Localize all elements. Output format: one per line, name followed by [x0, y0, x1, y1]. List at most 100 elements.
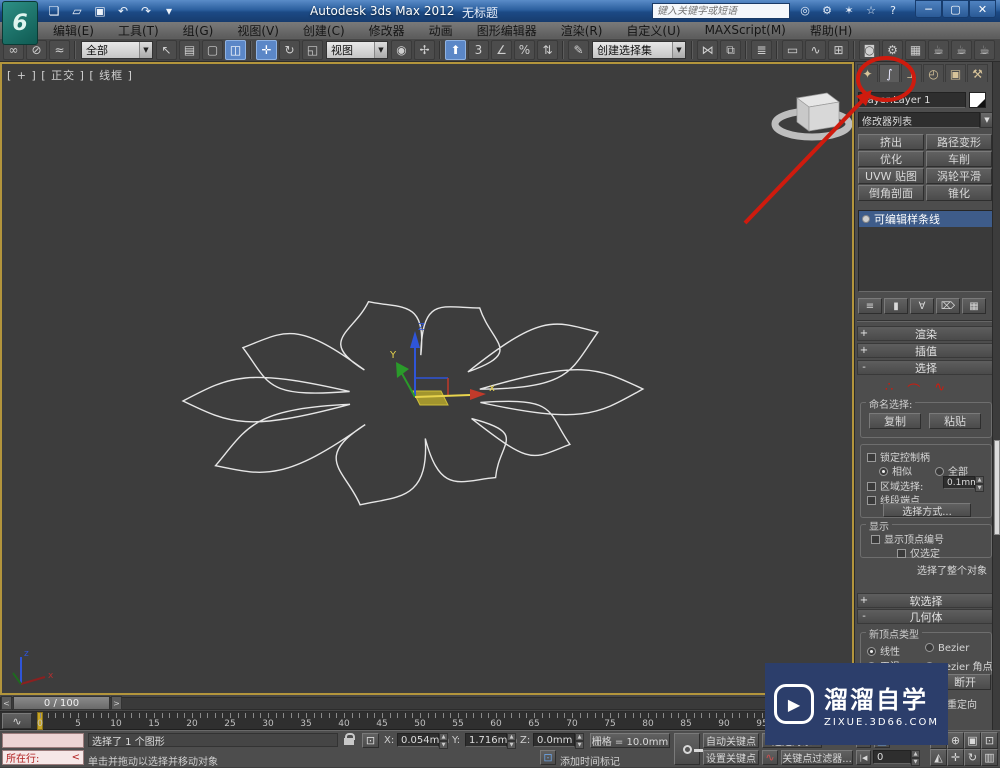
- modifier-list-dropdown[interactable]: 修改器列表: [858, 112, 980, 128]
- use-pivot-point-center-button[interactable]: ◉: [391, 40, 412, 60]
- menu-group[interactable]: 组(G): [172, 21, 225, 40]
- layer-name-field[interactable]: Layer:Layer 1: [858, 92, 966, 108]
- go-to-start-button[interactable]: |◀: [856, 750, 871, 765]
- spline-shape[interactable]: [181, 300, 645, 506]
- lock-handles-checkbox[interactable]: 锁定控制柄: [867, 449, 930, 464]
- minimize-button[interactable]: ─: [915, 0, 942, 18]
- rollout-interpolation[interactable]: + 插值: [857, 343, 995, 358]
- modifier-button[interactable]: 倒角剖面: [858, 185, 924, 201]
- visibility-bulb-icon[interactable]: [862, 215, 870, 223]
- percent-snap-toggle[interactable]: %: [514, 40, 535, 60]
- copy-button[interactable]: 复制: [869, 413, 921, 429]
- make-unique-button[interactable]: ∀: [910, 298, 934, 314]
- modifier-button[interactable]: 涡轮平滑: [926, 168, 992, 184]
- selected-only-checkbox[interactable]: 仅选定: [897, 545, 940, 560]
- named-selection-sets-dropdown[interactable]: 创建选择集 ▼: [592, 41, 686, 59]
- modifier-button[interactable]: 路径变形: [926, 134, 992, 150]
- field-of-view-button[interactable]: ◭: [930, 749, 947, 766]
- remove-modifier-button[interactable]: ⌦: [936, 298, 960, 314]
- modifier-button[interactable]: 车削: [926, 151, 992, 167]
- rollout-render[interactable]: + 渲染: [857, 326, 995, 341]
- communication-center-icon[interactable]: ✶: [840, 2, 858, 19]
- help-icon[interactable]: ?: [884, 2, 902, 19]
- key-filters-button[interactable]: 关键点过滤器...: [781, 750, 853, 765]
- subscription-icon[interactable]: ⚙: [818, 2, 836, 19]
- maximize-viewport-toggle[interactable]: ▥: [981, 749, 998, 766]
- mirror-button[interactable]: ⋈: [697, 40, 718, 60]
- spinner-snap-toggle[interactable]: ⇅: [537, 40, 558, 60]
- modifier-button[interactable]: 锥化: [926, 185, 992, 201]
- new-scene-button[interactable]: ❏: [44, 2, 64, 19]
- frame-spinner[interactable]: ▲ ▼: [911, 750, 920, 766]
- object-color-swatch[interactable]: [969, 92, 986, 108]
- tab-hierarchy[interactable]: ⊥: [901, 64, 922, 82]
- chevron-down-icon[interactable]: ▼: [374, 42, 387, 58]
- render-iterative-button[interactable]: ☕: [951, 40, 972, 60]
- zoom-extents-all-button[interactable]: ⊡: [981, 732, 998, 749]
- schematic-view-button[interactable]: ⊞: [828, 40, 849, 60]
- rollout-selection[interactable]: - 选择: [857, 360, 995, 375]
- menu-modifiers[interactable]: 修改器: [358, 21, 416, 40]
- x-spinner[interactable]: ▲ ▼: [439, 733, 448, 749]
- tab-display[interactable]: ▣: [945, 64, 966, 82]
- add-time-tag[interactable]: 添加时间标记: [560, 753, 620, 768]
- previous-frame-button[interactable]: <: [1, 696, 12, 710]
- edit-named-selection-sets-button[interactable]: ✎: [568, 40, 589, 60]
- select-by-name-button[interactable]: ▤: [179, 40, 200, 60]
- snaps-toggle-3d[interactable]: 3: [468, 40, 489, 60]
- window-crossing-toggle[interactable]: ◫: [225, 40, 246, 60]
- modifier-button[interactable]: 优化: [858, 151, 924, 167]
- similar-radio[interactable]: 相似: [879, 463, 912, 478]
- viewport[interactable]: [ + ] [ 正交 ] [ 线框 ] Z Y x z x: [0, 62, 854, 695]
- material-editor-button[interactable]: ◙: [859, 40, 880, 60]
- menu-create[interactable]: 创建(C): [292, 21, 356, 40]
- rollout-soft-selection[interactable]: + 软选择: [857, 593, 995, 608]
- stack-item-editable-spline[interactable]: 可编辑样条线: [859, 211, 993, 227]
- modifier-button[interactable]: 挤出: [858, 134, 924, 150]
- maxscript-listener-line[interactable]: 所在行: <: [2, 750, 84, 765]
- y-coordinate-field[interactable]: 1.716mm: [465, 733, 517, 747]
- show-vertex-numbers-checkbox[interactable]: 显示顶点编号: [871, 531, 944, 546]
- current-frame-field[interactable]: 0: [873, 750, 911, 764]
- orbit-button[interactable]: ↻: [964, 749, 981, 766]
- close-button[interactable]: ✕: [969, 0, 996, 18]
- maxscript-mini-listener[interactable]: [2, 733, 84, 748]
- y-spinner[interactable]: ▲ ▼: [507, 733, 516, 749]
- open-file-button[interactable]: ▱: [67, 2, 87, 19]
- quick-access-options[interactable]: ▾: [159, 2, 179, 19]
- select-object-button[interactable]: ↖: [156, 40, 177, 60]
- rendered-frame-window-button[interactable]: ▦: [905, 40, 926, 60]
- rollout-geometry[interactable]: - 几何体: [857, 609, 995, 624]
- configure-modifier-sets-button[interactable]: ▦: [962, 298, 986, 314]
- menu-maxscript[interactable]: MAXScript(M): [694, 22, 797, 38]
- selection-lock-icon[interactable]: [344, 733, 355, 745]
- area-selection-value[interactable]: 0.1mm: [943, 476, 979, 489]
- redo-button[interactable]: ↷: [136, 2, 156, 19]
- favorites-star-icon[interactable]: ☆: [862, 2, 880, 19]
- select-and-manipulate-button[interactable]: ✢: [414, 40, 435, 60]
- modifier-stack[interactable]: 可编辑样条线: [858, 210, 994, 292]
- select-and-scale-button[interactable]: ◱: [302, 40, 323, 60]
- tab-motion[interactable]: ◴: [923, 64, 944, 82]
- pin-stack-button[interactable]: ≡: [858, 298, 882, 314]
- menu-edit[interactable]: 编辑(E): [42, 21, 105, 40]
- search-icon[interactable]: ◎: [796, 2, 814, 19]
- tab-utilities[interactable]: ⚒: [967, 64, 988, 82]
- time-slider-handle[interactable]: 0 / 100: [13, 696, 110, 710]
- maximize-button[interactable]: ▢: [942, 0, 969, 18]
- panel-scrollbar[interactable]: [992, 62, 1000, 731]
- pan-view-button[interactable]: ✛: [947, 749, 964, 766]
- tab-modify[interactable]: ∫: [879, 64, 900, 82]
- absolute-offset-toggle[interactable]: ⊡: [362, 733, 379, 748]
- panel-scrollbar-thumb[interactable]: [994, 440, 1000, 535]
- menu-tools[interactable]: 工具(T): [107, 21, 170, 40]
- open-mini-curve-editor-button[interactable]: ∿: [2, 713, 32, 729]
- time-slider-track[interactable]: [0, 697, 854, 710]
- z-spinner[interactable]: ▲ ▼: [575, 733, 584, 749]
- select-and-move-button[interactable]: ✛: [256, 40, 277, 60]
- vt-linear-radio[interactable]: 线性: [867, 643, 900, 658]
- undo-button[interactable]: ↶: [113, 2, 133, 19]
- z-coordinate-field[interactable]: 0.0mm: [533, 733, 575, 747]
- infocenter-search-input[interactable]: [652, 3, 790, 19]
- new-key-tangent-icon[interactable]: ∿: [762, 750, 778, 765]
